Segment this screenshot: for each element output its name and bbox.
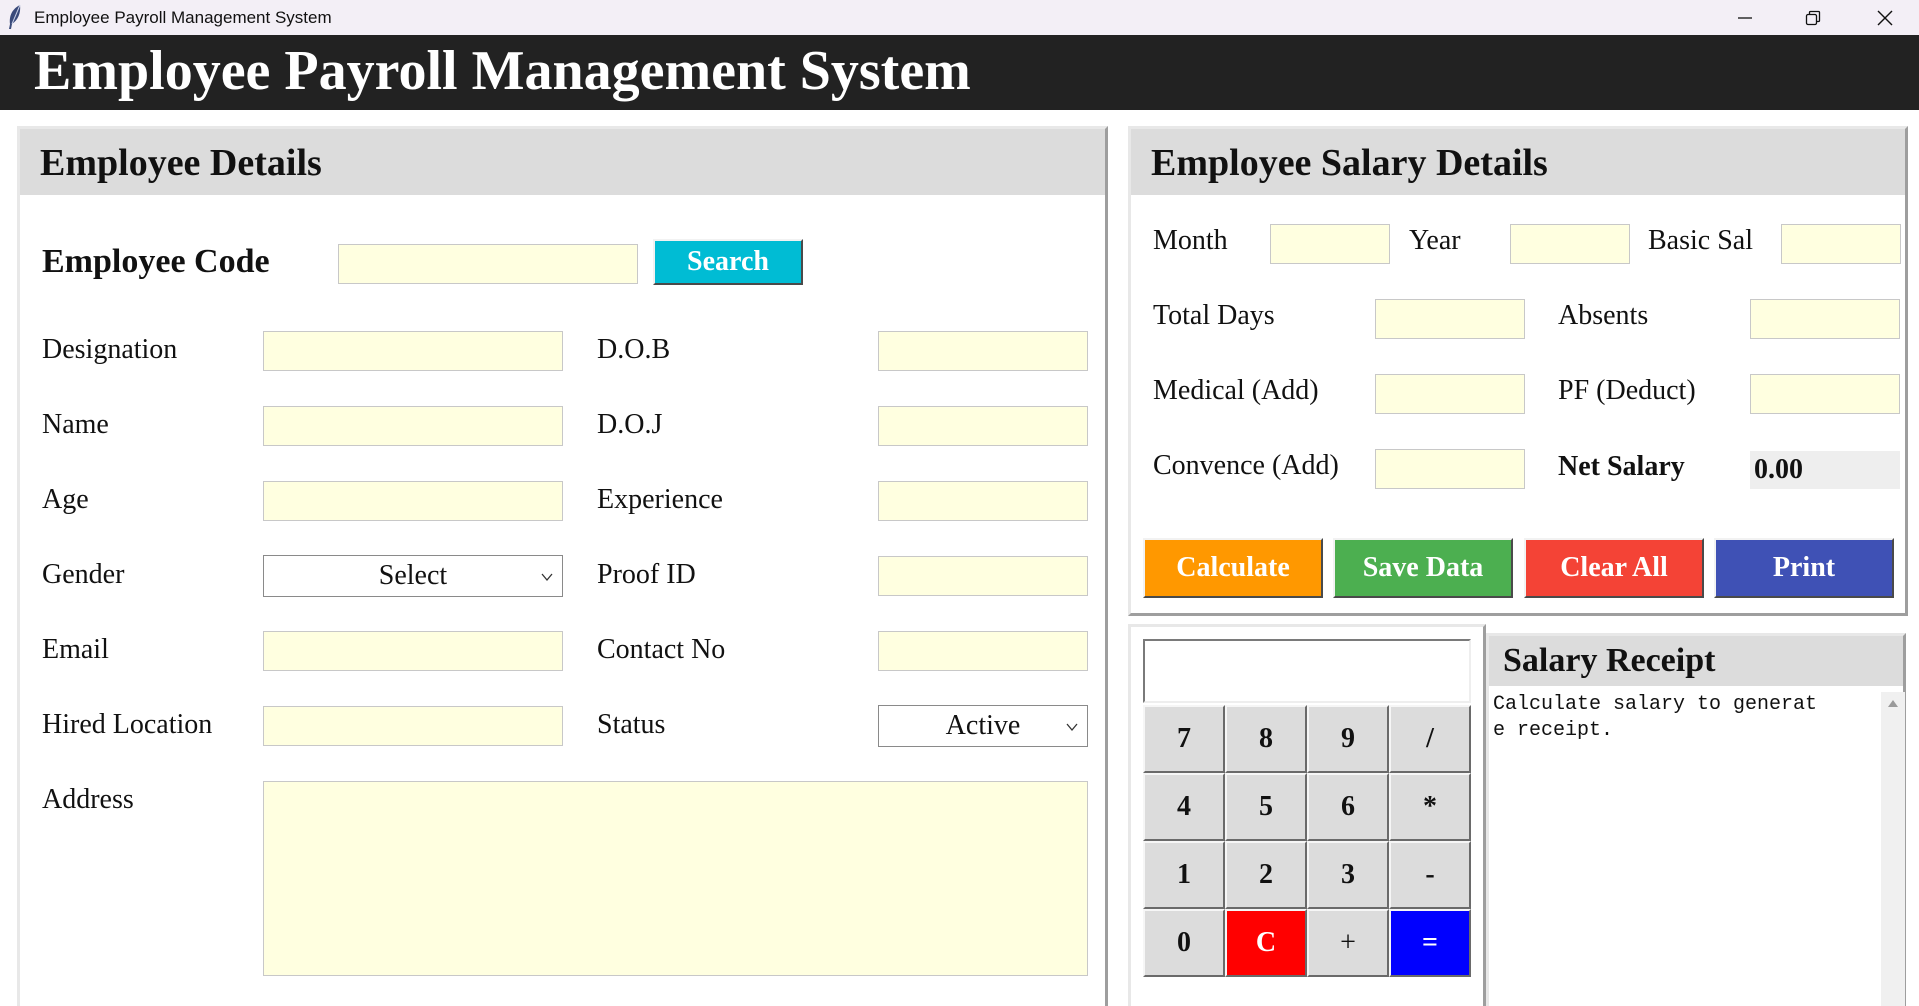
doj-label: D.O.J xyxy=(597,409,663,440)
contact-no-input[interactable] xyxy=(878,631,1088,671)
month-input[interactable] xyxy=(1270,224,1390,264)
pf-label: PF (Deduct) xyxy=(1558,375,1696,406)
salary-receipt-panel: Salary Receipt Calculate salary to gener… xyxy=(1486,633,1906,1006)
calculate-button[interactable]: Calculate xyxy=(1143,538,1323,598)
hired-location-input[interactable] xyxy=(263,706,563,746)
calc-key-7[interactable]: 7 xyxy=(1143,705,1225,773)
convence-label: Convence (Add) xyxy=(1153,450,1339,481)
basic-sal-label: Basic Sal xyxy=(1648,225,1753,256)
medical-label: Medical (Add) xyxy=(1153,375,1319,406)
absents-label: Absents xyxy=(1558,300,1649,331)
month-label: Month xyxy=(1153,225,1228,256)
total-days-label: Total Days xyxy=(1153,300,1275,331)
calculator-panel: 7 8 9 / 4 5 6 * 1 2 3 - 0 C + = xyxy=(1128,624,1486,1006)
close-button[interactable] xyxy=(1851,0,1919,35)
calc-key-divide[interactable]: / xyxy=(1389,705,1471,773)
experience-label: Experience xyxy=(597,484,723,515)
basic-sal-input[interactable] xyxy=(1781,224,1901,264)
salary-details-header: Employee Salary Details xyxy=(1131,129,1905,195)
gender-label: Gender xyxy=(42,559,125,590)
age-label: Age xyxy=(42,484,89,515)
year-label: Year xyxy=(1409,225,1461,256)
calc-key-clear[interactable]: C xyxy=(1225,909,1307,977)
window-titlebar: Employee Payroll Management System xyxy=(0,0,1919,35)
close-icon xyxy=(1877,10,1893,25)
doj-input[interactable] xyxy=(878,406,1088,446)
name-label: Name xyxy=(42,409,109,440)
salary-receipt-heading: Salary Receipt xyxy=(1503,642,1716,679)
calc-key-5[interactable]: 5 xyxy=(1225,773,1307,841)
calculator-display[interactable] xyxy=(1143,639,1471,703)
minimize-button[interactable] xyxy=(1711,0,1779,35)
hired-location-label: Hired Location xyxy=(42,709,213,740)
salary-details-heading: Employee Salary Details xyxy=(1151,142,1548,184)
calc-key-1[interactable]: 1 xyxy=(1143,841,1225,909)
window-title: Employee Payroll Management System xyxy=(34,8,332,27)
email-input[interactable] xyxy=(263,631,563,671)
status-label: Status xyxy=(597,709,666,740)
proof-id-input[interactable] xyxy=(878,556,1088,596)
total-days-input[interactable] xyxy=(1375,299,1525,339)
chevron-down-icon xyxy=(541,573,553,582)
pf-input[interactable] xyxy=(1750,374,1900,414)
employee-code-label: Employee Code xyxy=(42,243,270,280)
calc-key-add[interactable]: + xyxy=(1307,909,1389,977)
print-button[interactable]: Print xyxy=(1714,538,1894,598)
app-header: Employee Payroll Management System xyxy=(0,35,1919,110)
net-salary-label: Net Salary xyxy=(1558,451,1685,482)
designation-label: Designation xyxy=(42,334,178,365)
clear-all-button[interactable]: Clear All xyxy=(1524,538,1704,598)
year-input[interactable] xyxy=(1510,224,1630,264)
calc-key-9[interactable]: 9 xyxy=(1307,705,1389,773)
calc-key-multiply[interactable]: * xyxy=(1389,773,1471,841)
employee-details-panel: Employee Details Employee Code Search De… xyxy=(17,126,1108,1006)
calc-key-0[interactable]: 0 xyxy=(1143,909,1225,977)
search-button[interactable]: Search xyxy=(653,239,803,285)
salary-receipt-textbox[interactable]: Calculate salary to generat e receipt. xyxy=(1493,692,1877,1006)
salary-receipt-header: Salary Receipt xyxy=(1489,636,1903,686)
chevron-down-icon xyxy=(1066,723,1078,732)
restore-icon xyxy=(1805,10,1821,25)
proof-id-label: Proof ID xyxy=(597,559,696,590)
net-salary-value: 0.00 xyxy=(1750,451,1900,489)
employee-code-input[interactable] xyxy=(338,244,638,284)
gender-select[interactable]: Select xyxy=(263,555,563,597)
dob-label: D.O.B xyxy=(597,334,671,365)
minimize-icon xyxy=(1738,16,1752,19)
designation-input[interactable] xyxy=(263,331,563,371)
app-title: Employee Payroll Management System xyxy=(34,40,971,102)
calc-key-6[interactable]: 6 xyxy=(1307,773,1389,841)
save-data-button[interactable]: Save Data xyxy=(1333,538,1513,598)
salary-receipt-text: Calculate salary to generat e receipt. xyxy=(1493,693,1818,742)
employee-details-heading: Employee Details xyxy=(40,142,322,184)
contact-no-label: Contact No xyxy=(597,634,726,665)
feather-icon xyxy=(9,4,21,29)
experience-input[interactable] xyxy=(878,481,1088,521)
restore-button[interactable] xyxy=(1779,0,1847,35)
calc-key-4[interactable]: 4 xyxy=(1143,773,1225,841)
status-select-value: Active xyxy=(945,710,1021,741)
status-select[interactable]: Active xyxy=(878,705,1088,747)
absents-input[interactable] xyxy=(1750,299,1900,339)
email-label: Email xyxy=(42,634,109,665)
calc-key-2[interactable]: 2 xyxy=(1225,841,1307,909)
calc-key-3[interactable]: 3 xyxy=(1307,841,1389,909)
convence-input[interactable] xyxy=(1375,449,1525,489)
dob-input[interactable] xyxy=(878,331,1088,371)
gender-select-value: Select xyxy=(378,560,448,591)
calc-key-equals[interactable]: = xyxy=(1389,909,1471,977)
medical-input[interactable] xyxy=(1375,374,1525,414)
address-textarea[interactable] xyxy=(263,781,1088,976)
calc-key-8[interactable]: 8 xyxy=(1225,705,1307,773)
calc-key-subtract[interactable]: - xyxy=(1389,841,1471,909)
address-label: Address xyxy=(42,784,134,815)
salary-details-panel: Employee Salary Details Month Year Basic… xyxy=(1128,126,1908,616)
age-input[interactable] xyxy=(263,481,563,521)
receipt-scrollbar[interactable] xyxy=(1881,692,1905,1006)
scroll-up-icon[interactable] xyxy=(1887,698,1899,708)
employee-details-header: Employee Details xyxy=(20,129,1105,195)
name-input[interactable] xyxy=(263,406,563,446)
